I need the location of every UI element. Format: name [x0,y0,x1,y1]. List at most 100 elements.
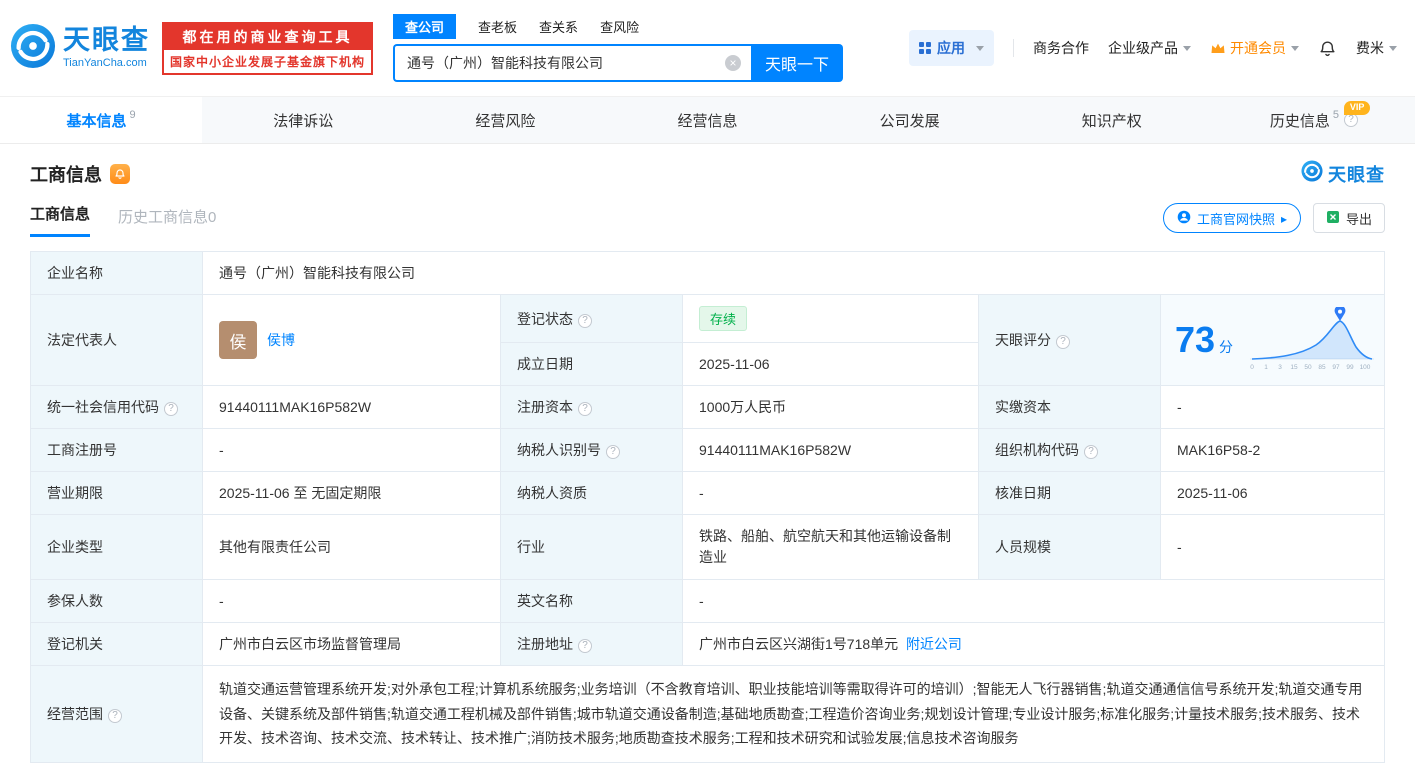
chevron-down-icon [1183,45,1191,51]
nav-tab-company-development[interactable]: 公司发展 [809,97,1011,143]
business-scope-label: 经营范围 [30,665,203,763]
staff-size-label: 人员规模 [978,514,1161,580]
english-name-label: 英文名称 [500,579,683,623]
help-icon[interactable] [164,402,178,416]
search-input[interactable] [405,54,726,72]
nav-tab-history-info[interactable]: VIP 历史信息 5 [1213,97,1415,143]
score-number: 73 [1175,319,1216,360]
table-row: 参保人数 - 英文名称 - [30,579,1385,623]
tyc-score-value: 73 分 0 1 3 15 50 85 97 99 100 [1160,294,1385,386]
help-icon[interactable] [606,445,620,459]
taxpayer-qualification-value: - [682,471,979,515]
search-tab-company[interactable]: 查公司 [393,14,457,39]
legal-rep-avatar[interactable]: 侯 [219,321,257,359]
crown-icon [1210,42,1226,55]
score-pin-icon [1334,307,1346,321]
reg-number-value: - [202,428,501,472]
company-name-label: 企业名称 [30,251,203,295]
uscc-value: 91440111MAK16P582W [202,385,501,429]
legal-rep-link[interactable]: 侯博 [267,330,295,350]
subscribe-bell-icon[interactable] [110,163,130,184]
notifications-bell-icon[interactable] [1318,39,1337,58]
score-axis-tick: 99 [1346,364,1354,371]
open-membership-button[interactable]: 开通会员 [1210,38,1299,58]
help-icon[interactable] [1343,113,1358,127]
taxpayer-id-label: 纳税人识别号 [500,428,683,472]
taxpayer-qualification-label: 纳税人资质 [500,471,683,515]
score-axis-tick: 97 [1332,364,1340,371]
score-axis-tick: 3 [1278,364,1282,371]
help-icon[interactable] [108,708,122,723]
tyc-score-label: 天眼评分 [978,294,1161,386]
registered-address-value: 广州市白云区兴湖街1号718单元 附近公司 [682,622,1385,666]
reg-capital-label: 注册资本 [500,385,683,429]
nav-tab-operation-risk[interactable]: 经营风险 [404,97,606,143]
main-content: 工商信息 天眼查 工商信息 历史工商信息0 工商官网快照 ▸ 导出 企业名称 通… [0,160,1415,763]
business-info-title: 工商信息 [30,164,102,185]
logo-name: 天眼查 [63,25,150,55]
official-snapshot-button[interactable]: 工商官网快照 [1162,203,1301,233]
search-tab-risk[interactable]: 查风险 [600,14,639,39]
help-icon[interactable] [578,402,592,416]
approval-date-label: 核准日期 [978,471,1161,515]
search-input-wrap [393,44,752,82]
search-button[interactable]: 天眼一下 [751,44,844,82]
company-nav-bar: 基本信息 9 法律诉讼 经营风险 经营信息 公司发展 知识产权 VIP 历史信息… [0,96,1415,144]
chevron-down-icon [1389,45,1397,51]
export-button[interactable]: 导出 [1312,203,1385,233]
menu-divider [1013,39,1014,57]
org-code-value: MAK16P58-2 [1160,428,1385,472]
table-row: 工商注册号 - 纳税人识别号 91440111MAK16P582W 组织机构代码… [30,428,1385,472]
business-term-label: 营业期限 [30,471,203,515]
score-axis-tick: 100 [1360,364,1371,371]
vip-badge: VIP [1343,101,1371,115]
help-icon[interactable] [578,313,592,328]
company-type-label: 企业类型 [30,514,203,580]
search-area: 查公司 查老板 查关系 查风险 天眼一下 [393,14,844,82]
help-icon[interactable] [578,639,592,653]
tianyancha-swirl-icon [1301,160,1323,187]
status-badge: 存续 [699,306,748,331]
username: 费米 [1356,40,1384,56]
top-menu: 应用 商务合作 企业级产品 开通会员 费米 [909,30,1397,66]
nav-tab-intellectual-property[interactable]: 知识产权 [1011,97,1213,143]
company-name-value: 通号（广州）智能科技有限公司 [202,251,1385,295]
company-type-value: 其他有限责任公司 [202,514,501,580]
search-tabs: 查公司 查老板 查关系 查风险 [393,14,843,39]
insured-count-value: - [202,579,501,623]
help-icon[interactable] [1084,445,1098,459]
menu-cooperation[interactable]: 商务合作 [1033,38,1089,58]
nav-tab-basic-info[interactable]: 基本信息 9 [0,97,203,143]
score-axis-tick: 0 [1250,364,1254,371]
approval-date-value: 2025-11-06 [1160,471,1385,515]
subtab-business-info[interactable]: 工商信息 [30,203,91,237]
table-row: 企业类型 其他有限责任公司 行业 铁路、船舶、航空航天和其他运输设备制造业 人员… [30,514,1385,580]
user-menu[interactable]: 费米 [1356,38,1397,58]
industry-value: 铁路、船舶、航空航天和其他运输设备制造业 [682,514,979,580]
subtab-history-business-info[interactable]: 历史工商信息0 [118,206,216,237]
chevron-down-icon [1291,45,1299,51]
snapshot-icon [1177,210,1191,227]
search-tab-boss[interactable]: 查老板 [478,14,517,39]
promo-line1: 都在用的商业查询工具 [164,23,372,50]
registered-address-label: 注册地址 [500,622,683,666]
tianyancha-swirl-icon [10,23,56,74]
apps-grid-icon [919,42,931,54]
logo-domain: TianYanCha.com [63,57,147,69]
table-row: 法定代表人 侯 侯博 登记状态 存续 天眼评分 73 分 [30,294,1385,386]
site-logo[interactable]: 天眼查 TianYanCha.com [10,23,150,74]
legal-rep-label: 法定代表人 [30,294,203,386]
menu-enterprise-products[interactable]: 企业级产品 [1108,38,1191,58]
reg-capital-value: 1000万人民币 [682,385,979,429]
promo-line2: 国家中小企业发展子基金旗下机构 [170,54,366,69]
taxpayer-id-value: 91440111MAK16P582W [682,428,979,472]
search-tab-relation[interactable]: 查关系 [539,14,578,39]
nearby-companies-link[interactable]: 附近公司 [906,636,962,652]
apps-button[interactable]: 应用 [909,30,994,66]
help-icon[interactable] [1056,335,1070,349]
staff-size-value: - [1160,514,1385,580]
reg-status-value: 存续 [682,294,979,343]
nav-tab-legal-litigation[interactable]: 法律诉讼 [202,97,404,143]
nav-tab-operation-info[interactable]: 经营信息 [606,97,808,143]
clear-search-icon[interactable] [725,55,742,71]
